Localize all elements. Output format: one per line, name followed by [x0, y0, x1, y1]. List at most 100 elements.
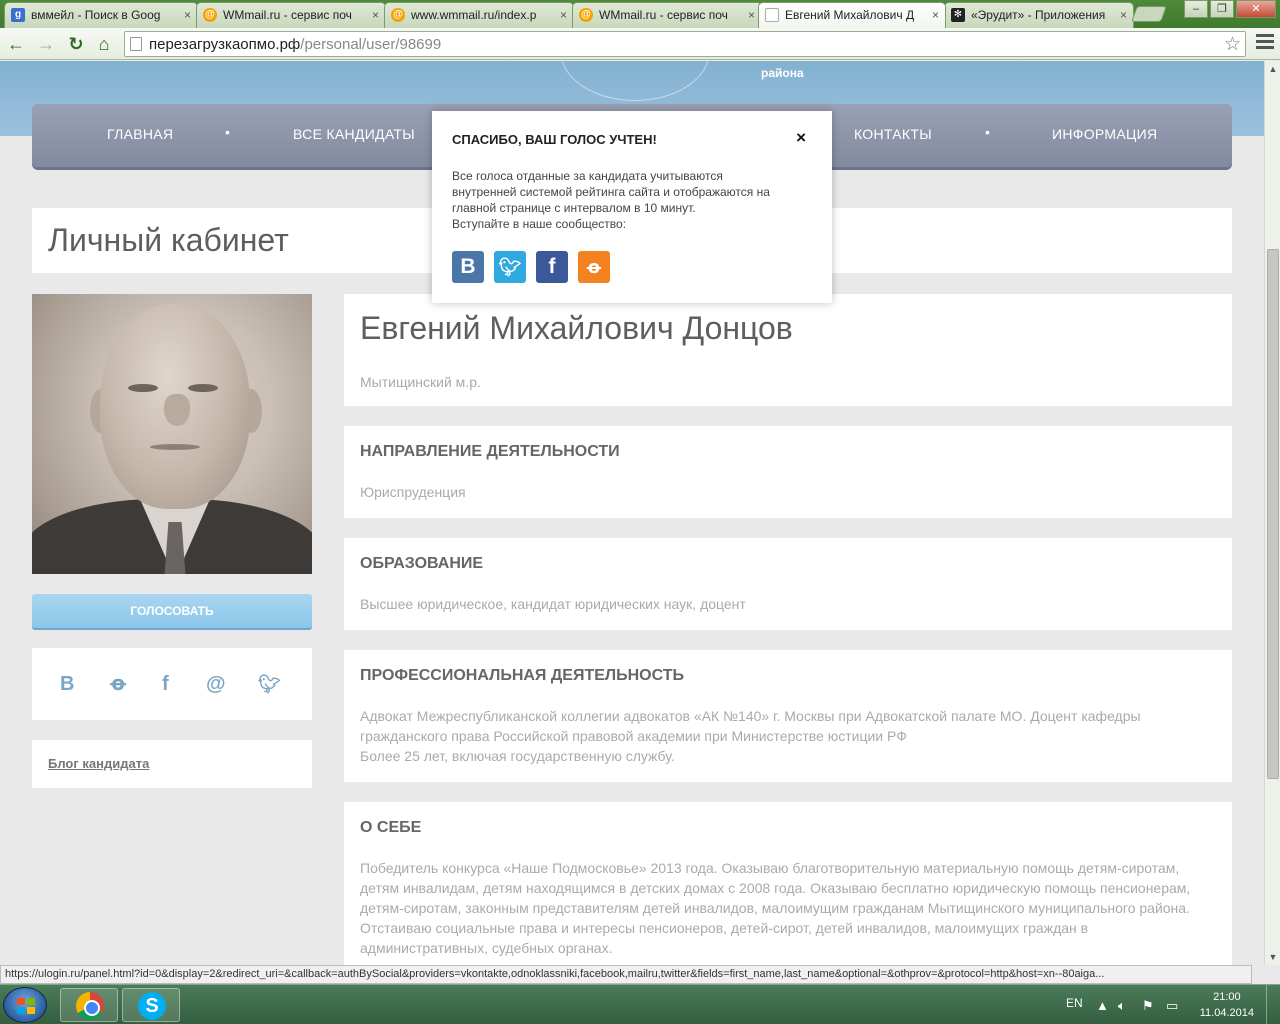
language-indicator[interactable]: EN [1066, 996, 1083, 1010]
url-text[interactable]: перезагрузкаопмо.рф/personal/user/98699 [149, 36, 441, 53]
candidate-header-card: Евгений Михайлович Донцов Мытищинский м.… [344, 294, 1232, 406]
google-icon: g [11, 8, 25, 22]
tab-candidate-active[interactable]: Евгений Михайлович Д × [758, 2, 946, 28]
social-share-card: B ꝋ f @ 🐦︎ [32, 648, 312, 720]
nav-home[interactable]: ГЛАВНАЯ [107, 126, 173, 142]
tab-wmmail-2[interactable]: @ WMmail.ru - сервис поч × [572, 2, 762, 28]
clock-date: 11.04.2014 [1199, 1007, 1254, 1019]
section-text: Юриспруденция [360, 484, 466, 500]
popup-body: Все голоса отданные за кандидата учитыва… [452, 168, 812, 232]
popup-text-line: главной странице с интервалом в 10 минут… [452, 201, 696, 215]
candidate-blog-link[interactable]: Блог кандидата [48, 756, 149, 771]
twitter-icon[interactable]: 🐦︎ [494, 251, 526, 283]
text-line: детям инвалидам, детям находящимся в дет… [360, 880, 1191, 896]
address-bar[interactable]: перезагрузкаопмо.рф/personal/user/98699 … [124, 31, 1246, 57]
tab-google-search[interactable]: g вммейл - Поиск в Goog × [4, 2, 198, 28]
chrome-menu-button[interactable] [1256, 34, 1274, 52]
reload-button[interactable]: ↻ [64, 32, 88, 56]
back-button[interactable]: ← [4, 32, 28, 56]
tray-expand-icon[interactable]: ▲ [1096, 998, 1109, 1013]
close-icon[interactable]: × [748, 3, 755, 27]
show-desktop-button[interactable] [1266, 985, 1280, 1024]
wmmail-icon: @ [203, 8, 217, 22]
chrome-icon [76, 992, 104, 1020]
text-line: детям-сиротам, законным представителям д… [360, 900, 1190, 916]
vote-confirmation-popup: СПАСИБО, ВАШ ГОЛОС УЧТЕН! × Все голоса о… [432, 111, 832, 303]
tab-label: WMmail.ru - сервис поч [223, 8, 352, 22]
volume-icon[interactable]: 🔈︎ [1118, 998, 1126, 1014]
scroll-down-arrow-icon[interactable]: ▼ [1265, 949, 1280, 965]
close-window-button[interactable]: ✕ [1236, 0, 1276, 18]
browser-toolbar: ← → ↻ ⌂ перезагрузкаопмо.рф/personal/use… [0, 28, 1280, 60]
system-clock[interactable]: 21:00 11.04.2014 [1200, 989, 1254, 1021]
windows-logo-icon [17, 998, 35, 1014]
tab-wmmail-index[interactable]: @ www.wmmail.ru/index.p × [384, 2, 574, 28]
popup-title: СПАСИБО, ВАШ ГОЛОС УЧТЕН! [452, 132, 657, 147]
minimize-button[interactable]: – [1184, 0, 1208, 18]
new-tab-button[interactable] [1131, 6, 1167, 22]
text-line: административных, судебных органах. [360, 940, 613, 956]
page-icon [130, 37, 142, 51]
flag-alert-icon[interactable]: ⚑ [1142, 998, 1154, 1014]
status-bar-url: https://ulogin.ru/panel.html?id=0&displa… [0, 965, 1252, 984]
start-button[interactable] [3, 987, 47, 1023]
close-icon[interactable]: × [372, 3, 379, 27]
close-icon[interactable]: × [932, 3, 939, 27]
url-path: /personal/user/98699 [300, 36, 442, 53]
wmmail-icon: @ [579, 8, 593, 22]
text-line: гражданского права Российской правовой а… [360, 728, 907, 744]
close-icon[interactable]: × [560, 3, 567, 27]
taskbar-chrome[interactable] [60, 988, 118, 1022]
vote-button[interactable]: ГОЛОСОВАТЬ [32, 594, 312, 628]
popup-text-line: внутренней системой рейтинга сайта и ото… [452, 185, 770, 199]
scrollbar-thumb[interactable] [1267, 249, 1279, 779]
logo-arc [560, 61, 710, 101]
text-line: Отстаиваю социальные права и интересы пе… [360, 920, 1089, 936]
close-icon[interactable]: × [184, 3, 191, 27]
nav-separator: • [985, 124, 990, 140]
popup-text-line: Все голоса отданные за кандидата учитыва… [452, 169, 723, 183]
nav-information[interactable]: ИНФОРМАЦИЯ [1052, 126, 1157, 142]
close-icon[interactable]: × [1120, 3, 1127, 27]
tab-erudit[interactable]: ✻ «Эрудит» - Приложения × [944, 2, 1134, 28]
nav-contacts[interactable]: КОНТАКТЫ [854, 126, 932, 142]
section-about: О СЕБЕ Победитель конкурса «Наше Подмоск… [344, 802, 1232, 965]
tab-label: «Эрудит» - Приложения [971, 8, 1106, 22]
tab-label: вммейл - Поиск в Goog [31, 8, 161, 22]
tab-wmmail-1[interactable]: @ WMmail.ru - сервис поч × [196, 2, 386, 28]
snowflake-icon: ✻ [951, 8, 965, 22]
blog-card: Блог кандидата [32, 740, 312, 788]
windows-taskbar: S EN ▲ 🔈︎ ⚑ ▭ 21:00 11.04.2014 [0, 984, 1280, 1024]
vk-icon[interactable]: B [452, 251, 484, 283]
skype-icon: S [138, 992, 166, 1020]
section-text: Победитель конкурса «Наше Подмосковье» 2… [360, 858, 1190, 958]
network-icon[interactable]: ▭ [1166, 998, 1178, 1014]
window-controls: – ❐ ✕ [1182, 0, 1276, 20]
facebook-icon[interactable]: f [162, 673, 169, 695]
taskbar-skype[interactable]: S [122, 988, 180, 1022]
hero-caption: района [761, 66, 804, 80]
section-education: ОБРАЗОВАНИЕ Высшее юридическое, кандидат… [344, 538, 1232, 630]
tab-label: www.wmmail.ru/index.p [411, 8, 537, 22]
url-host: перезагрузкаопмо.рф [149, 36, 301, 53]
page-scrollbar[interactable]: ▲ ▼ [1264, 61, 1280, 965]
wmmail-icon: @ [391, 8, 405, 22]
tab-label: Евгений Михайлович Д [785, 8, 915, 22]
nav-separator: • [225, 124, 230, 140]
nav-all-candidates[interactable]: ВСЕ КАНДИДАТЫ [293, 126, 415, 142]
odnoklassniki-icon[interactable]: ꝋ [578, 251, 610, 283]
facebook-icon[interactable]: f [536, 251, 568, 283]
scroll-up-arrow-icon[interactable]: ▲ [1265, 61, 1280, 77]
page-title: Личный кабинет [48, 222, 289, 258]
forward-button[interactable]: → [34, 32, 58, 56]
vk-icon[interactable]: B [60, 673, 74, 695]
twitter-icon[interactable]: 🐦︎ [258, 673, 281, 695]
home-button[interactable]: ⌂ [92, 32, 116, 56]
mail-icon[interactable]: @ [206, 673, 226, 695]
restore-button[interactable]: ❐ [1210, 0, 1234, 18]
odnoklassniki-icon[interactable]: ꝋ [110, 673, 126, 695]
candidate-district: Мытищинский м.р. [360, 374, 481, 390]
bookmark-star-icon[interactable]: ☆ [1224, 33, 1241, 56]
section-activity: НАПРАВЛЕНИЕ ДЕЯТЕЛЬНОСТИ Юриспруденция [344, 426, 1232, 518]
close-icon[interactable]: × [796, 128, 806, 148]
